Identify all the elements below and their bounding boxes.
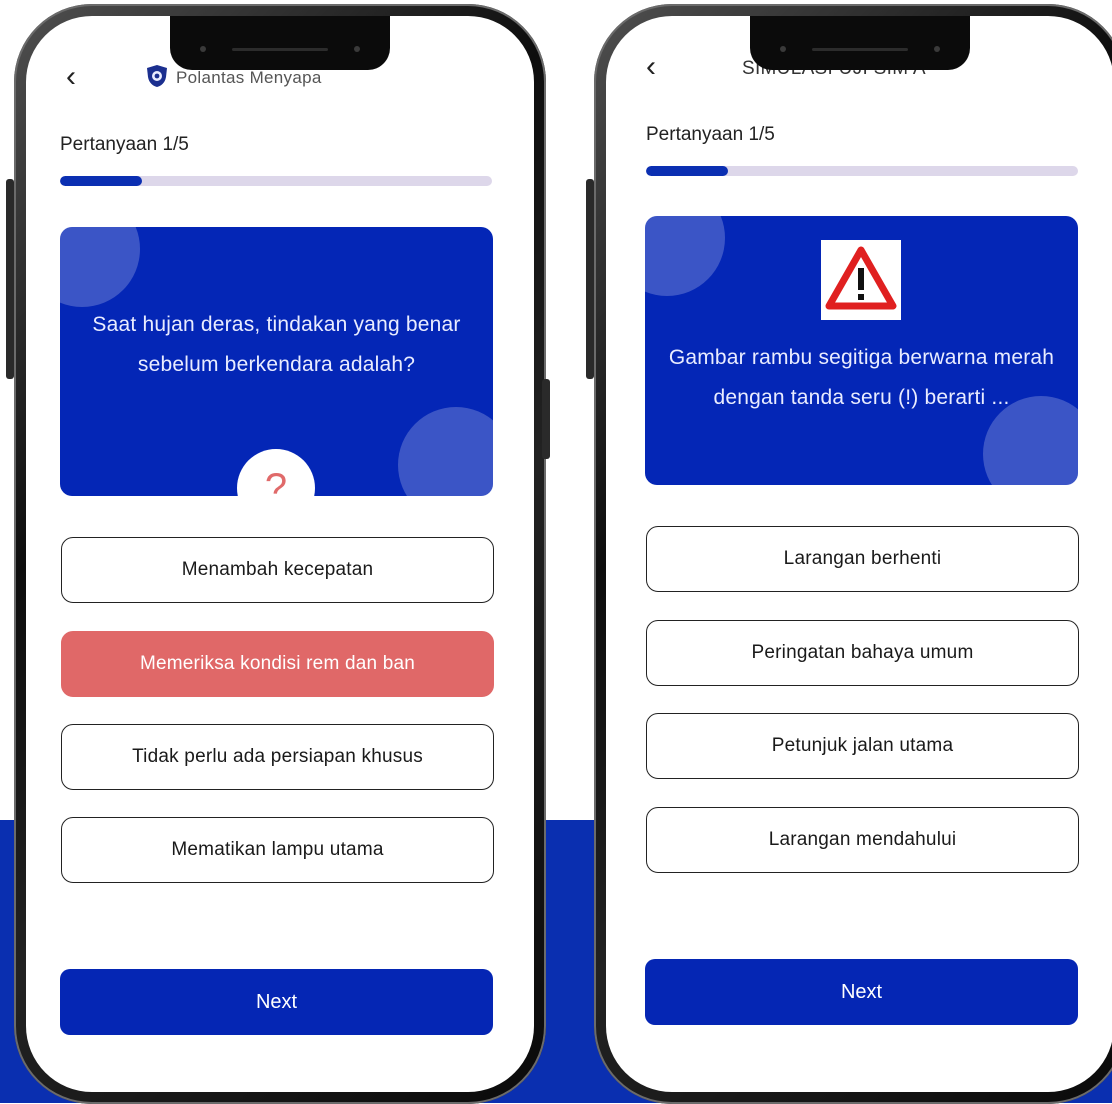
- screen-right: SIMULASI UJI SIM A ‹ Pertanyaan 1/5 Gamb…: [606, 16, 1112, 1092]
- answer-option[interactable]: Petunjuk jalan utama: [646, 713, 1079, 779]
- side-button: [542, 379, 550, 459]
- question-counter: Pertanyaan 1/5: [60, 134, 189, 155]
- phone-frame-left: ‹ Polantas Menyapa Pertanyaan 1/5 Saat h…: [6, 4, 546, 1104]
- question-mark-icon: ?: [237, 449, 315, 496]
- camera-icon: [780, 46, 786, 52]
- next-button[interactable]: Next: [60, 969, 493, 1035]
- answer-option[interactable]: Peringatan bahaya umum: [646, 620, 1079, 686]
- progress-fill: [646, 166, 729, 176]
- side-button: [586, 179, 594, 379]
- sensor-icon: [354, 46, 360, 52]
- traffic-sign-image: [821, 240, 901, 320]
- police-badge-icon: [147, 65, 167, 87]
- answer-option[interactable]: Larangan berhenti: [646, 526, 1079, 592]
- progress-bar: [646, 166, 1078, 176]
- decor-circle: [398, 407, 493, 496]
- chevron-left-icon[interactable]: ‹: [646, 52, 656, 82]
- question-text: Gambar rambu segitiga berwarna merah den…: [668, 346, 1055, 409]
- app-title: Polantas Menyapa: [176, 68, 322, 87]
- camera-icon: [200, 46, 206, 52]
- notch: [170, 16, 390, 70]
- answer-option[interactable]: Tidak perlu ada persiapan khusus: [61, 724, 494, 790]
- answer-option[interactable]: Larangan mendahului: [646, 807, 1079, 873]
- notch: [750, 16, 970, 70]
- question-card: Saat hujan deras, tindakan yang benar se…: [60, 227, 493, 496]
- side-button: [6, 179, 14, 379]
- decor-circle: [60, 227, 140, 307]
- warning-triangle-icon: [825, 246, 897, 310]
- sensor-icon: [934, 46, 940, 52]
- question-text: Saat hujan deras, tindakan yang benar se…: [92, 313, 461, 376]
- screen-left: ‹ Polantas Menyapa Pertanyaan 1/5 Saat h…: [26, 16, 534, 1092]
- answer-option[interactable]: Memeriksa kondisi rem dan ban: [61, 631, 494, 697]
- next-button[interactable]: Next: [645, 959, 1078, 1025]
- speaker-grille: [232, 48, 328, 51]
- chevron-left-icon[interactable]: ‹: [66, 62, 76, 92]
- question-counter: Pertanyaan 1/5: [646, 124, 775, 145]
- phone-frame-right: SIMULASI UJI SIM A ‹ Pertanyaan 1/5 Gamb…: [542, 4, 1112, 1104]
- speaker-grille: [812, 48, 908, 51]
- progress-fill: [60, 176, 143, 186]
- decor-circle: [645, 216, 725, 296]
- progress-bar: [60, 176, 492, 186]
- answer-option[interactable]: Mematikan lampu utama: [61, 817, 494, 883]
- question-card: Gambar rambu segitiga berwarna merah den…: [645, 216, 1078, 485]
- answer-option[interactable]: Menambah kecepatan: [61, 537, 494, 603]
